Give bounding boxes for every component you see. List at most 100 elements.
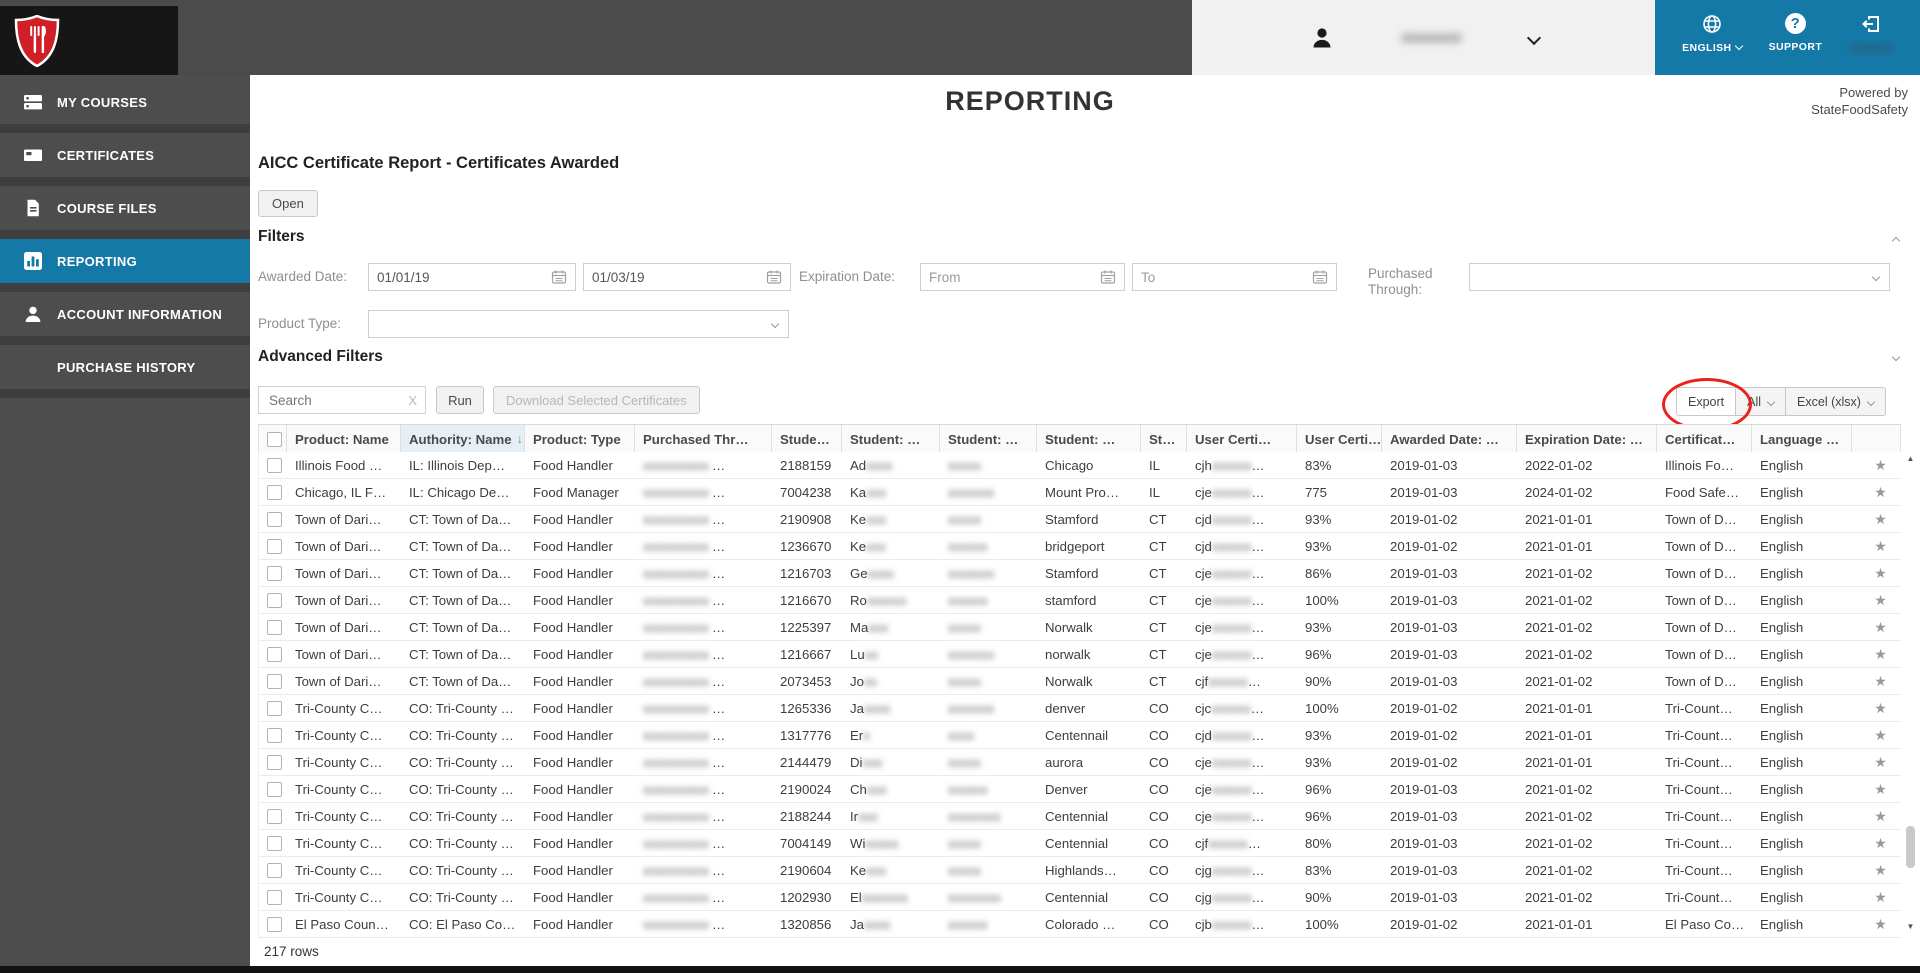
select-all-checkbox[interactable] xyxy=(267,431,282,447)
sidebar-item-course-files[interactable]: COURSE FILES xyxy=(0,186,250,239)
col-header-language[interactable]: Language … xyxy=(1752,425,1852,453)
col-header-studentid[interactable]: Stude… xyxy=(772,425,842,453)
favorite-star-icon[interactable]: ★ xyxy=(1860,835,1901,852)
row-checkbox[interactable] xyxy=(267,781,282,797)
row-checkbox[interactable] xyxy=(267,484,282,500)
row-checkbox[interactable] xyxy=(267,727,282,743)
scroll-down-icon[interactable]: ▼ xyxy=(1904,922,1917,931)
cell-certificate: Town of D… xyxy=(1657,533,1752,559)
row-checkbox[interactable] xyxy=(267,835,282,851)
calendar-icon[interactable] xyxy=(766,269,782,285)
sidebar-item-certificates[interactable]: CERTIFICATES xyxy=(0,133,250,186)
truncation-ellipsis: … xyxy=(711,538,726,554)
favorite-star-icon[interactable]: ★ xyxy=(1860,781,1901,798)
calendar-icon[interactable] xyxy=(1312,269,1328,285)
product-type-select[interactable] xyxy=(368,310,789,338)
expiration-date-to-input[interactable]: To xyxy=(1132,263,1337,291)
export-button[interactable]: Export xyxy=(1677,388,1737,415)
col-header-first[interactable]: Student: … xyxy=(842,425,940,453)
favorite-star-icon[interactable]: ★ xyxy=(1860,700,1901,717)
favorite-star-icon[interactable]: ★ xyxy=(1860,646,1901,663)
awarded-date-to-input[interactable]: 01/03/19 xyxy=(583,263,791,291)
export-format-select[interactable]: Excel (xlsx) xyxy=(1786,388,1885,415)
favorite-star-icon[interactable]: ★ xyxy=(1860,754,1901,771)
calendar-icon[interactable] xyxy=(1100,269,1116,285)
sidebar-item-purchase-history[interactable]: PURCHASE HISTORY xyxy=(0,345,250,398)
col-header-city[interactable]: Student: … xyxy=(1037,425,1141,453)
row-checkbox[interactable] xyxy=(267,889,282,905)
col-header-awarded[interactable]: Awarded Date: … xyxy=(1382,425,1517,453)
sidebar-item-account-information[interactable]: ACCOUNT INFORMATION xyxy=(0,292,250,345)
favorite-star-icon[interactable]: ★ xyxy=(1860,673,1901,690)
chevron-down-icon xyxy=(1871,272,1881,282)
cell-text: cje xyxy=(1195,619,1212,635)
scrollbar-thumb[interactable] xyxy=(1906,826,1915,868)
cell-last: xxxxxx xyxy=(940,911,1037,937)
awarded-date-from-input[interactable]: 01/01/19 xyxy=(368,263,576,291)
cell-text: Jo xyxy=(850,673,864,689)
favorite-star-icon[interactable]: ★ xyxy=(1860,592,1901,609)
calendar-icon[interactable] xyxy=(551,269,567,285)
favorite-star-icon[interactable]: ★ xyxy=(1860,457,1901,474)
clear-search-icon[interactable]: X xyxy=(408,393,417,408)
favorite-star-icon[interactable]: ★ xyxy=(1860,511,1901,528)
favorite-star-icon[interactable]: ★ xyxy=(1860,727,1901,744)
open-button[interactable]: Open xyxy=(258,190,318,217)
cell-text: Ja xyxy=(850,700,864,716)
collapse-filters-icon[interactable] xyxy=(1891,236,1901,246)
row-checkbox[interactable] xyxy=(267,673,282,689)
row-checkbox[interactable] xyxy=(267,565,282,581)
favorite-star-icon[interactable]: ★ xyxy=(1860,538,1901,555)
col-header-purchased[interactable]: Purchased Thr… xyxy=(635,425,772,453)
row-checkbox[interactable] xyxy=(267,646,282,662)
col-header-certificate[interactable]: Certificat… xyxy=(1657,425,1752,453)
expiration-date-from-input[interactable]: From xyxy=(920,263,1125,291)
col-header-authority[interactable]: Authority: Name ↓ xyxy=(401,425,525,453)
download-selected-certificates-button[interactable]: Download Selected Certificates xyxy=(493,386,700,414)
row-checkbox[interactable] xyxy=(267,754,282,770)
favorite-star-icon[interactable]: ★ xyxy=(1860,565,1901,582)
favorite-star-icon[interactable]: ★ xyxy=(1860,619,1901,636)
language-menu[interactable]: ENGLISH xyxy=(1682,0,1743,75)
vertical-scrollbar[interactable]: ▲ ▼ xyxy=(1904,452,1917,938)
col-header-user[interactable]: User Certi… xyxy=(1187,425,1297,453)
cell-text: Mount Pro… xyxy=(1045,484,1120,500)
col-header-cb[interactable] xyxy=(259,425,287,453)
favorite-star-icon[interactable]: ★ xyxy=(1860,484,1901,501)
cell-state: CO xyxy=(1141,830,1187,856)
expand-advanced-filters-icon[interactable] xyxy=(1891,352,1901,362)
col-header-expiration[interactable]: Expiration Date: … xyxy=(1517,425,1657,453)
col-header-type[interactable]: Product: Type xyxy=(525,425,635,453)
brand-logo[interactable] xyxy=(0,6,178,75)
support-link[interactable]: ? SUPPORT xyxy=(1769,0,1823,75)
row-checkbox[interactable] xyxy=(267,916,282,932)
favorite-star-icon[interactable]: ★ xyxy=(1860,916,1901,933)
row-checkbox[interactable] xyxy=(267,862,282,878)
row-checkbox[interactable] xyxy=(267,808,282,824)
row-checkbox[interactable] xyxy=(267,700,282,716)
sidebar-item-reporting[interactable]: REPORTING xyxy=(0,239,250,292)
scroll-up-icon[interactable]: ▲ xyxy=(1904,454,1917,463)
run-button[interactable]: Run xyxy=(436,386,484,414)
favorite-star-icon[interactable]: ★ xyxy=(1860,889,1901,906)
cell-awarded: 2019-01-02 xyxy=(1382,506,1517,532)
export-scope-select[interactable]: All xyxy=(1736,388,1787,415)
row-checkbox[interactable] xyxy=(267,457,282,473)
row-checkbox[interactable] xyxy=(267,619,282,635)
col-header-state[interactable]: St… xyxy=(1141,425,1187,453)
col-header-score[interactable]: User Certi… xyxy=(1297,425,1382,453)
favorite-star-icon[interactable]: ★ xyxy=(1860,808,1901,825)
row-checkbox[interactable] xyxy=(267,592,282,608)
col-header-last[interactable]: Student: … xyxy=(940,425,1037,453)
cell-last: xxxxxxxx xyxy=(940,803,1037,829)
search-input[interactable] xyxy=(267,391,409,409)
favorite-star-icon[interactable]: ★ xyxy=(1860,862,1901,879)
user-menu[interactable]: xxxxxxxx xyxy=(1192,0,1655,75)
purchased-through-select[interactable] xyxy=(1469,263,1890,291)
col-header-product[interactable]: Product: Name xyxy=(287,425,401,453)
sign-out-link[interactable]: xxxxxxx xyxy=(1849,0,1893,75)
row-checkbox[interactable] xyxy=(267,538,282,554)
row-checkbox[interactable] xyxy=(267,511,282,527)
col-header-star[interactable] xyxy=(1852,425,1901,453)
sidebar-item-my-courses[interactable]: MY COURSES xyxy=(0,80,250,133)
